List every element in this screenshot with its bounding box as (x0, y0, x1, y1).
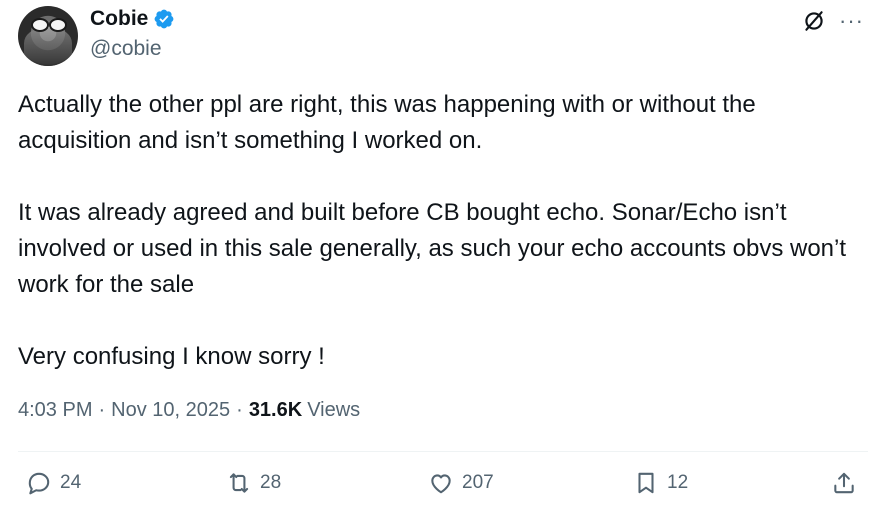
tweet-paragraph-1: Actually the other ppl are right, this w… (18, 91, 756, 154)
avatar-glasses-right (49, 18, 67, 32)
share-icon (834, 472, 854, 494)
divider (18, 451, 868, 452)
repost-icon (229, 473, 249, 493)
like-button[interactable]: 207 (428, 470, 494, 496)
tweet-paragraph-3: Very confusing I know sorry ! (18, 343, 325, 370)
tweet-paragraph-2: It was already agreed and built before C… (18, 199, 847, 298)
meta-separator: · (236, 399, 243, 421)
bookmark-button[interactable]: 12 (633, 470, 688, 496)
tweet: Cobie @cobie ··· Actually the other ppl … (0, 0, 886, 518)
views-label[interactable]: Views (307, 399, 360, 422)
tweet-text: Actually the other ppl are right, this w… (18, 87, 868, 375)
share-button[interactable] (831, 470, 857, 496)
tweet-meta: 4:03 PM · Nov 10, 2025 · 31.6K Views (18, 399, 360, 422)
reply-button[interactable]: 24 (26, 470, 81, 496)
tweet-date[interactable]: Nov 10, 2025 (111, 399, 230, 422)
avatar-hair (24, 28, 72, 66)
author-handle[interactable]: @cobie (90, 37, 162, 61)
grok-icon[interactable] (801, 8, 827, 34)
reply-count: 24 (60, 472, 82, 493)
bookmark-count: 12 (667, 472, 689, 493)
action-bar: 24 28 207 12 (0, 470, 886, 510)
tweet-time[interactable]: 4:03 PM (18, 399, 92, 422)
repost-count: 28 (260, 472, 282, 493)
author-name-row[interactable]: Cobie (90, 7, 175, 31)
bookmark-icon (638, 472, 654, 494)
top-actions: ··· (801, 8, 864, 34)
views-count[interactable]: 31.6K (249, 399, 302, 422)
avatar-glasses-left (31, 18, 49, 32)
more-icon[interactable]: ··· (839, 10, 864, 32)
heart-icon (431, 474, 451, 494)
verified-badge-icon (154, 9, 174, 29)
reply-icon (28, 472, 50, 495)
repost-button[interactable]: 28 (226, 470, 281, 496)
author-name[interactable]: Cobie (90, 7, 148, 31)
meta-separator: · (98, 399, 106, 421)
like-count: 207 (462, 472, 494, 493)
avatar[interactable] (18, 6, 78, 66)
